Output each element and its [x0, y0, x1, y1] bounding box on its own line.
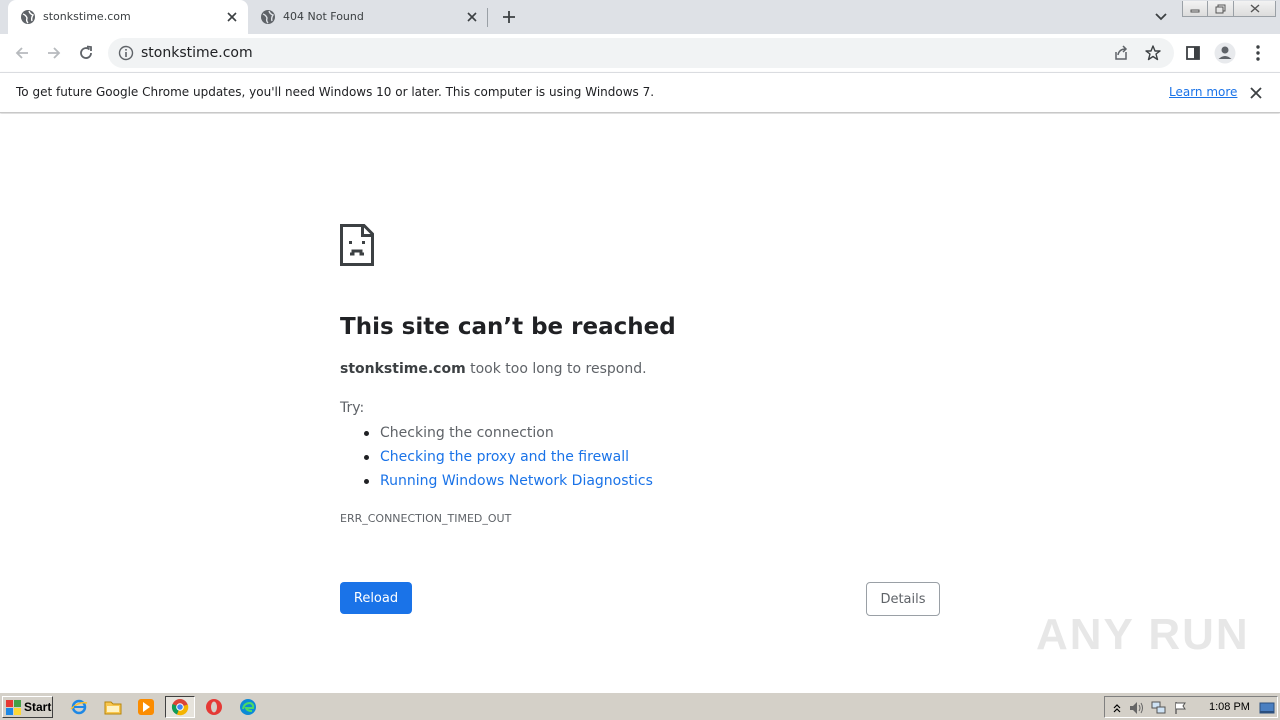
tab-close-icon[interactable]: [464, 9, 480, 25]
avatar-icon: [1214, 42, 1236, 64]
show-desktop-icon[interactable]: [1259, 700, 1275, 716]
tab-close-icon[interactable]: [224, 9, 240, 25]
taskbar-media-player[interactable]: [135, 697, 157, 717]
chevron-up-icon: [1113, 704, 1121, 713]
reload-icon: [80, 45, 92, 59]
start-button[interactable]: Start: [2, 696, 53, 718]
back-button[interactable]: [10, 41, 34, 65]
chrome-icon: [171, 699, 189, 716]
folder-icon: [104, 701, 122, 715]
close-window-button[interactable]: [1234, 1, 1276, 17]
tab-title: 404 Not Found: [283, 10, 364, 23]
menu-button[interactable]: [1247, 42, 1269, 64]
windows-logo-icon: [6, 699, 21, 715]
suggestion-check-connection: Checking the connection: [364, 424, 653, 448]
tab-stonkstime[interactable]: stonkstime.com: [8, 0, 248, 34]
arrow-right-icon: [48, 47, 61, 59]
internet-explorer-icon: [70, 699, 88, 715]
minimize-icon: [1190, 9, 1200, 12]
profile-button[interactable]: [1214, 42, 1236, 64]
omnibox[interactable]: stonkstime.com: [108, 38, 1174, 68]
volume-icon[interactable]: [1129, 700, 1145, 716]
suggestions-list: Checking the connection Checking the pro…: [364, 424, 653, 496]
opera-icon: [206, 699, 222, 715]
show-hidden-icons-button[interactable]: [1109, 700, 1125, 716]
tab-strip: stonkstime.com 404 Not Found: [0, 0, 1280, 34]
reload-button[interactable]: Reload: [340, 582, 412, 614]
infobar-message: To get future Google Chrome updates, you…: [16, 85, 655, 99]
sad-page-icon: [340, 224, 374, 266]
bookmark-star-icon[interactable]: [1144, 44, 1162, 62]
chevron-down-icon: [1155, 13, 1167, 21]
restore-button[interactable]: [1208, 1, 1234, 17]
omnibox-url[interactable]: stonkstime.com: [141, 45, 253, 61]
close-icon: [1250, 4, 1259, 13]
taskbar-clock[interactable]: 1:08 PM: [1209, 701, 1250, 713]
forward-button[interactable]: [42, 41, 66, 65]
taskbar-opera[interactable]: [203, 697, 225, 717]
error-summary: stonkstime.com took too long to respond.: [340, 361, 647, 377]
tab-404-not-found[interactable]: 404 Not Found: [248, 0, 488, 34]
error-code: ERR_CONNECTION_TIMED_OUT: [340, 512, 512, 525]
try-label: Try:: [340, 400, 365, 416]
update-infobar: To get future Google Chrome updates, you…: [0, 72, 1280, 113]
learn-more-link[interactable]: Learn more: [1169, 85, 1237, 99]
tab-search-button[interactable]: [1150, 6, 1172, 28]
error-host: stonkstime.com: [340, 361, 466, 377]
action-center-flag-icon[interactable]: [1173, 700, 1189, 716]
system-tray: 1:08 PM: [1104, 696, 1278, 718]
suggestion-network-diagnostics-link[interactable]: Running Windows Network Diagnostics: [364, 472, 653, 496]
error-summary-text: took too long to respond.: [465, 361, 647, 377]
details-button[interactable]: Details: [866, 582, 940, 616]
kebab-menu-icon: [1256, 45, 1260, 61]
taskbar: Start 1:08 PM: [0, 692, 1280, 720]
close-icon: [1250, 87, 1262, 99]
tab-separator: [487, 8, 488, 27]
infobar-close-button[interactable]: [1248, 85, 1264, 101]
minimize-button[interactable]: [1182, 1, 1208, 17]
taskbar-ie[interactable]: [68, 697, 90, 717]
error-headline: This site can’t be reached: [340, 314, 676, 340]
media-player-icon: [138, 699, 154, 715]
globe-icon: [261, 10, 275, 24]
taskbar-chrome[interactable]: [165, 696, 195, 718]
info-icon[interactable]: [118, 45, 134, 61]
new-tab-button[interactable]: [498, 6, 520, 28]
side-panel-icon: [1186, 46, 1200, 60]
error-page: This site can’t be reached stonkstime.co…: [0, 114, 1280, 692]
taskbar-edge[interactable]: [237, 697, 259, 717]
reload-toolbar-button[interactable]: [74, 41, 98, 65]
side-panel-button[interactable]: [1182, 42, 1204, 64]
window-controls: [1182, 1, 1276, 18]
restore-icon: [1215, 4, 1225, 13]
network-icon[interactable]: [1151, 700, 1167, 716]
start-label: Start: [24, 700, 52, 714]
plus-icon: [503, 11, 515, 23]
share-icon[interactable]: [1112, 44, 1130, 62]
arrow-left-icon: [15, 47, 28, 59]
anyrun-watermark: ANY RUN: [1036, 610, 1250, 659]
globe-icon: [21, 10, 35, 24]
toolbar: stonkstime.com: [0, 34, 1280, 72]
taskbar-explorer[interactable]: [102, 697, 124, 717]
suggestion-check-proxy-link[interactable]: Checking the proxy and the firewall: [364, 448, 653, 472]
tab-title: stonkstime.com: [43, 10, 131, 23]
edge-icon: [240, 699, 256, 715]
